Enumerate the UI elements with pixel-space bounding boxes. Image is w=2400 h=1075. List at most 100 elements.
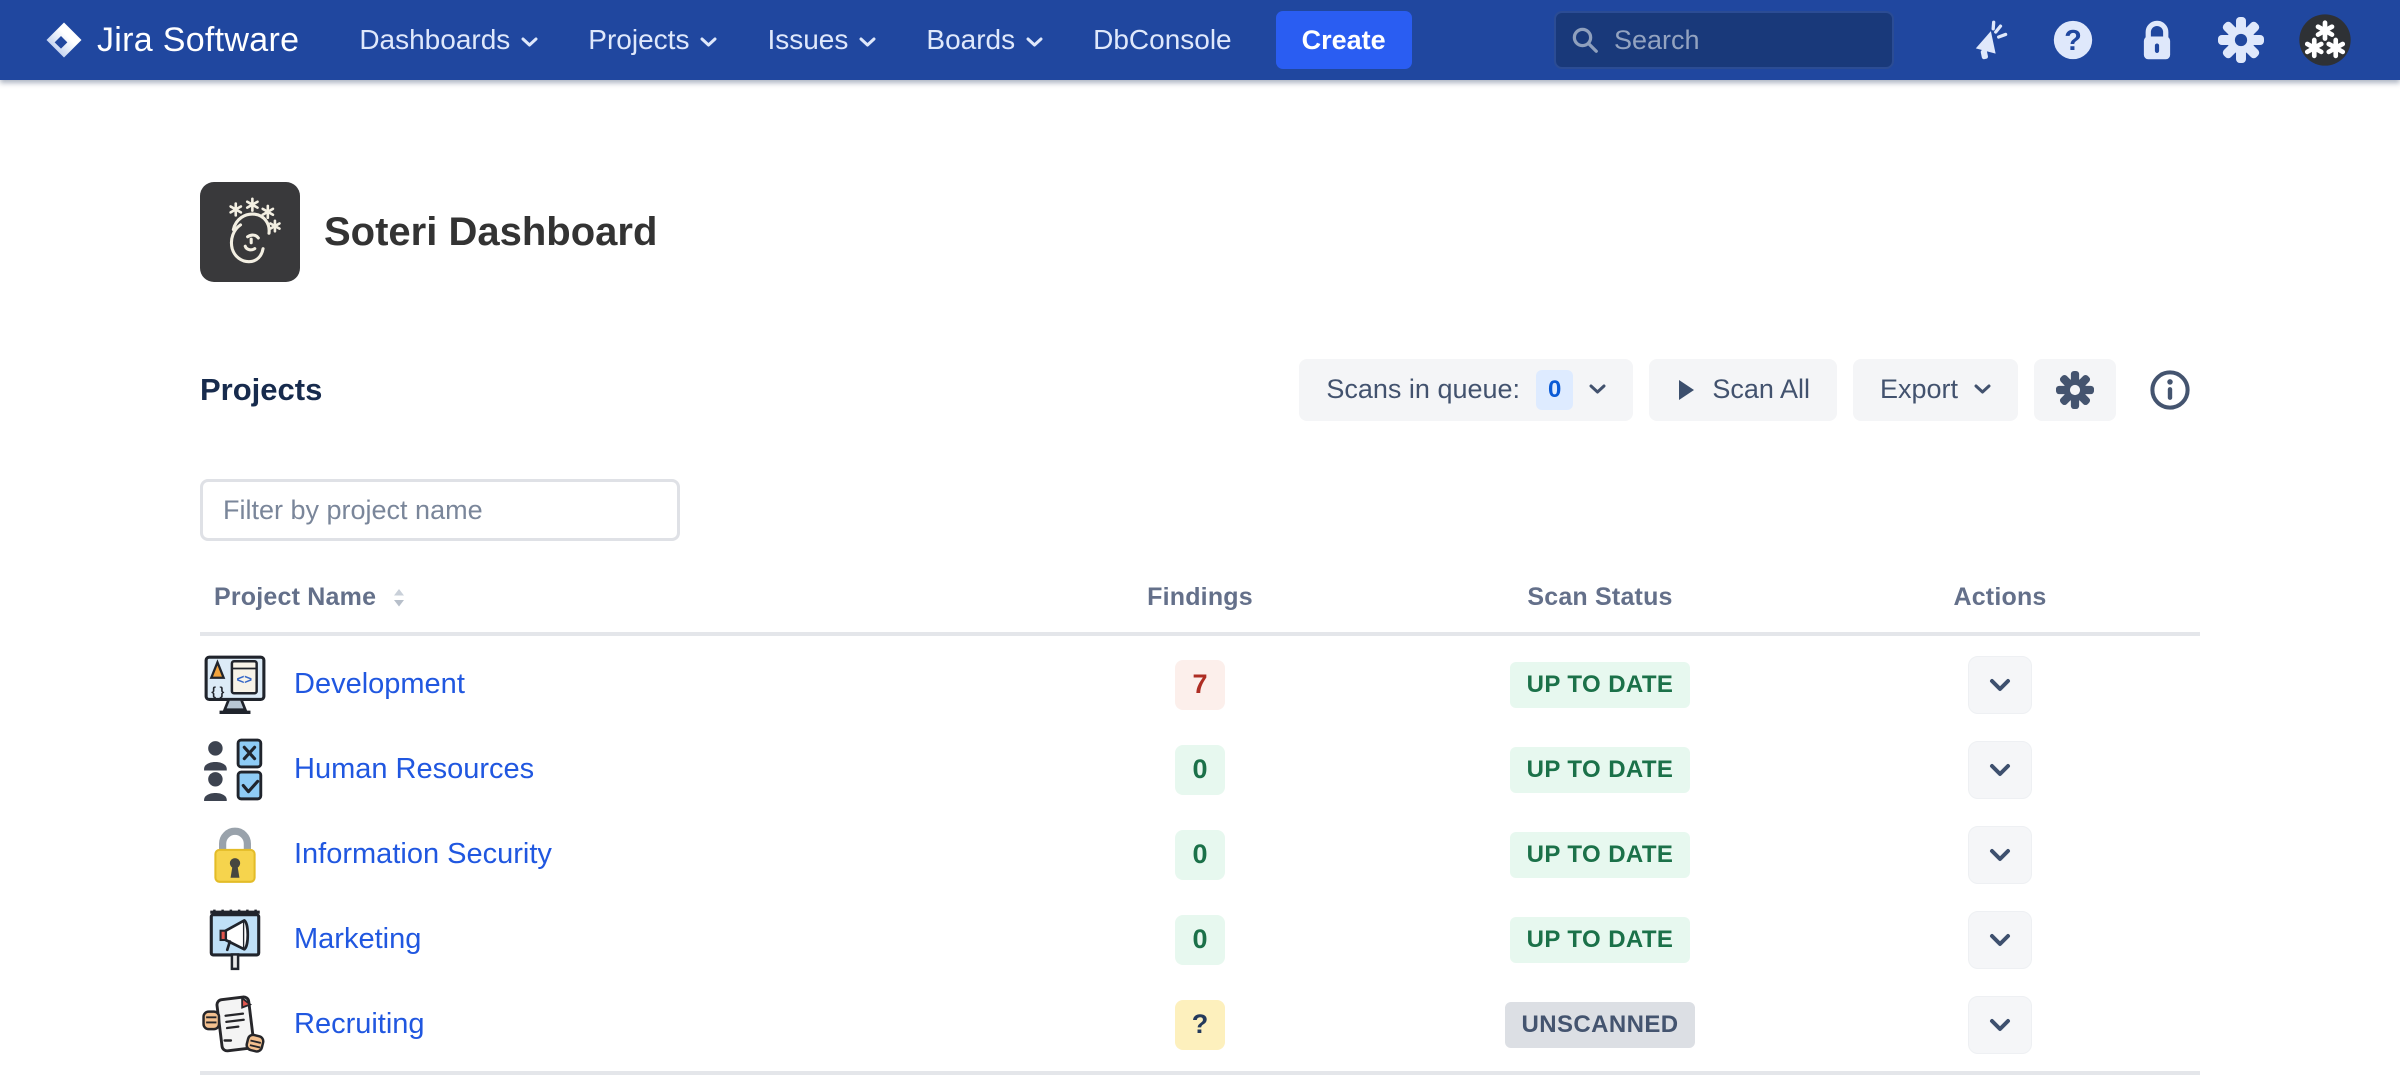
main-content: Soteri Dashboard Projects Scans in queue… [0, 182, 2400, 1075]
status-badge: UP TO DATE [1509, 661, 1691, 708]
column-header-project-name[interactable]: Project Name [200, 583, 1000, 612]
scans-in-queue-button[interactable]: Scans in queue: 0 [1299, 358, 1634, 421]
recruiting-project-icon [202, 995, 265, 1053]
project-name-cell: Information Security [200, 822, 1000, 888]
column-header-actions: Actions [1953, 583, 2047, 612]
chevron-down-icon [700, 37, 717, 46]
findings-badge[interactable]: 0 [1175, 914, 1225, 965]
help-icon: ? [2053, 20, 2093, 60]
queue-count-badge: 0 [1536, 369, 1574, 410]
development-project-icon: <> { } [204, 655, 266, 714]
project-link[interactable]: Marketing [294, 923, 421, 956]
dashboard-settings-button[interactable] [2034, 358, 2116, 421]
nav-item-projects[interactable]: Projects [588, 24, 717, 56]
chevron-down-icon [1974, 384, 1991, 394]
info-button[interactable] [2140, 368, 2200, 412]
nav-item-dbconsole[interactable]: DbConsole [1093, 24, 1232, 56]
lock-icon [2143, 20, 2171, 60]
table-header: Project Name Findings Scan Status Action… [200, 583, 2200, 637]
scans-in-queue-label: Scans in queue: [1326, 374, 1521, 405]
row-actions-button[interactable] [1968, 910, 2032, 969]
table-row: Recruiting ? UNSCANNED [200, 982, 2200, 1067]
export-label: Export [1879, 374, 1958, 405]
scan-all-label: Scan All [1712, 374, 1810, 405]
column-header-scan-status: Scan Status [1527, 583, 1673, 612]
soteri-face-stars-icon [229, 197, 281, 264]
toolbar: Scans in queue: 0 Scan All Export [1299, 358, 2200, 421]
chevron-down-icon [1589, 384, 1606, 394]
projects-table: Project Name Findings Scan Status Action… [200, 583, 2200, 1075]
search-box [1554, 11, 1894, 69]
chevron-down-icon [859, 37, 876, 46]
findings-badge[interactable]: ? [1175, 999, 1225, 1050]
jira-logo-icon [46, 22, 82, 58]
row-actions-button[interactable] [1968, 740, 2032, 799]
row-actions-button[interactable] [1968, 825, 2032, 884]
column-header-findings: Findings [1147, 583, 1253, 612]
play-icon [1679, 379, 1695, 400]
table-row: Marketing 0 UP TO DATE [200, 897, 2200, 982]
findings-badge[interactable]: 0 [1175, 829, 1225, 880]
project-name-cell: Recruiting [200, 992, 1000, 1058]
search-icon [1572, 27, 1598, 53]
avatar-snowflakes-icon [2299, 14, 2351, 66]
project-name-cell: <> { } Development [200, 652, 1000, 718]
row-actions-button[interactable] [1968, 655, 2032, 714]
table-row: <> { } Development 7 UP TO DATE [200, 642, 2200, 727]
permissions-button[interactable] [2128, 11, 2186, 69]
create-button[interactable]: Create [1275, 11, 1412, 69]
svg-text:?: ? [2064, 25, 2082, 57]
nav-item-dashboards[interactable]: Dashboards [359, 24, 538, 56]
page-title: Soteri Dashboard [324, 209, 658, 254]
projects-heading: Projects [200, 371, 323, 407]
top-navbar: Jira Software Dashboards Projects Issues… [0, 0, 2400, 80]
findings-badge[interactable]: 0 [1175, 744, 1225, 795]
hr-project-icon [204, 738, 263, 801]
jira-logo[interactable]: Jira Software [44, 20, 299, 60]
table-row: Information Security 0 UP TO DATE [200, 812, 2200, 897]
search-input[interactable] [1554, 11, 1894, 69]
nav-item-boards[interactable]: Boards [926, 24, 1043, 56]
toolbar-row: Projects Scans in queue: 0 Scan All Expo… [200, 346, 2200, 433]
status-badge: UP TO DATE [1509, 746, 1691, 793]
marketing-project-icon [209, 909, 261, 971]
project-link[interactable]: Information Security [294, 838, 552, 871]
chevron-down-icon [1990, 678, 2010, 691]
chevron-down-icon [521, 37, 538, 46]
page-header: Soteri Dashboard [200, 182, 2200, 282]
row-actions-button[interactable] [1968, 995, 2032, 1054]
findings-badge[interactable]: 7 [1175, 659, 1225, 710]
table-body: <> { } Development 7 UP TO DATE Human Re… [200, 636, 2200, 1075]
export-button[interactable]: Export [1852, 358, 2018, 421]
project-link[interactable]: Human Resources [294, 753, 534, 786]
lock-project-icon [214, 827, 256, 883]
project-link[interactable]: Development [294, 668, 465, 701]
gear-icon [2056, 370, 2094, 409]
scan-all-button[interactable]: Scan All [1649, 358, 1837, 421]
svg-text:{ }: { } [211, 684, 224, 698]
status-badge: UP TO DATE [1509, 916, 1691, 963]
megaphone-icon [1975, 20, 2008, 60]
chevron-down-icon [1990, 1018, 2010, 1031]
project-name-cell: Human Resources [200, 737, 1000, 803]
help-button[interactable]: ? [2044, 11, 2102, 69]
chevron-down-icon [1990, 848, 2010, 861]
info-icon [2150, 370, 2190, 410]
main-navigation: Dashboards Projects Issues Boards DbCons… [359, 24, 1231, 56]
project-name-cell: Marketing [200, 907, 1000, 973]
status-badge: UNSCANNED [1504, 1001, 1696, 1048]
project-link[interactable]: Recruiting [294, 1008, 425, 1041]
status-badge: UP TO DATE [1509, 831, 1691, 878]
nav-item-issues[interactable]: Issues [767, 24, 876, 56]
project-filter-input[interactable] [200, 479, 680, 542]
jira-logo-text: Jira Software [97, 20, 300, 59]
chevron-down-icon [1026, 37, 1043, 46]
gear-icon [2218, 17, 2264, 63]
table-row: Human Resources 0 UP TO DATE [200, 727, 2200, 812]
chevron-down-icon [1990, 933, 2010, 946]
soteri-app-icon [200, 182, 300, 282]
sort-icon [394, 588, 405, 607]
user-avatar[interactable] [2296, 11, 2354, 69]
settings-button[interactable] [2212, 11, 2270, 69]
announcements-button[interactable] [1960, 11, 2018, 69]
